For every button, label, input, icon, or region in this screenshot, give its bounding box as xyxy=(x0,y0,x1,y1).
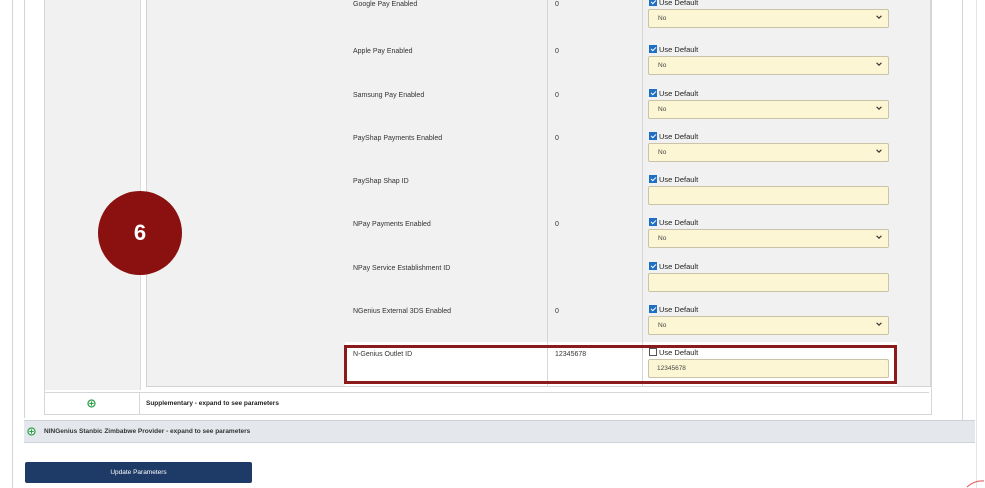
use-default-label[interactable]: Use Default xyxy=(659,45,698,54)
use-default-checkbox[interactable] xyxy=(649,175,657,183)
expand-plus-icon[interactable] xyxy=(87,399,96,408)
override-cell: Use Default No xyxy=(643,83,897,126)
value-select[interactable]: No xyxy=(648,316,889,335)
chevron-down-icon xyxy=(876,149,882,153)
corner-arc-decoration xyxy=(966,480,985,488)
provider-section[interactable]: NINGenius Stanbic Zimbabwe Provider - ex… xyxy=(24,420,975,443)
parameter-label: NGenius External 3DS Enabled xyxy=(353,308,452,315)
select-value: No xyxy=(658,15,667,22)
override-cell: Use Default xyxy=(643,169,897,212)
parameter-row: Samsung Pay Enabled 0 Use Default No xyxy=(345,83,897,127)
frame-left-border xyxy=(24,0,25,418)
select-value: No xyxy=(658,106,667,113)
chevron-down-icon xyxy=(876,322,882,326)
select-value: No xyxy=(658,149,667,156)
default-value-cell: 0 xyxy=(548,83,643,126)
parameter-row: NPay Payments Enabled 0 Use Default No xyxy=(345,212,897,257)
default-value-cell: 0 xyxy=(548,299,643,342)
parameter-name-cell: Samsung Pay Enabled xyxy=(345,83,548,126)
chevron-down-icon xyxy=(876,62,882,66)
default-value: 0 xyxy=(555,135,559,142)
chevron-down-icon xyxy=(876,106,882,110)
override-cell: Use Default No xyxy=(643,126,897,169)
chevron-down-icon xyxy=(876,15,882,19)
default-value-cell: 0 xyxy=(548,126,643,169)
parameter-row: Apple Pay Enabled 0 Use Default No xyxy=(345,39,897,84)
supplementary-divider xyxy=(139,393,140,414)
parameter-row: NGenius External 3DS Enabled 0 Use Defau… xyxy=(345,299,897,343)
parameter-name-cell: Google Pay Enabled xyxy=(345,0,548,39)
value-input[interactable] xyxy=(648,273,889,292)
use-default-checkbox[interactable] xyxy=(649,89,657,97)
use-default-checkbox[interactable] xyxy=(649,218,657,226)
select-value: No xyxy=(658,235,667,242)
default-value-cell xyxy=(548,169,643,212)
select-value: No xyxy=(658,62,667,69)
parameter-row: PayShap Payments Enabled 0 Use Default N… xyxy=(345,126,897,170)
value-select[interactable]: No xyxy=(648,9,889,28)
step-badge: 6 xyxy=(98,191,182,275)
frame-outer-line xyxy=(12,0,13,488)
use-default-label[interactable]: Use Default xyxy=(659,89,698,98)
chevron-down-icon xyxy=(876,235,882,239)
supplementary-label[interactable]: Supplementary - expand to see parameters xyxy=(146,400,279,407)
select-value: No xyxy=(658,322,667,329)
default-value: 0 xyxy=(555,48,559,55)
provider-label[interactable]: NINGenius Stanbic Zimbabwe Provider - ex… xyxy=(44,428,250,435)
supplementary-section[interactable]: Supplementary - expand to see parameters xyxy=(45,392,929,414)
use-default-label[interactable]: Use Default xyxy=(659,175,698,184)
default-value-cell: 0 xyxy=(548,0,643,39)
parameter-label: PayShap Payments Enabled xyxy=(353,135,443,142)
parameter-label: Apple Pay Enabled xyxy=(353,48,413,55)
value-select[interactable]: No xyxy=(648,56,889,75)
parameter-row: PayShap Shap ID Use Default xyxy=(345,169,897,213)
update-parameters-button[interactable]: Update Parameters xyxy=(25,462,252,483)
override-cell: Use Default No xyxy=(643,212,897,256)
value-select[interactable]: No xyxy=(648,100,889,119)
parameter-name-cell: Apple Pay Enabled xyxy=(345,39,548,83)
parameter-label: Google Pay Enabled xyxy=(353,1,418,8)
parameter-label: NPay Payments Enabled xyxy=(353,221,431,228)
parameter-label: Samsung Pay Enabled xyxy=(353,92,425,99)
outlet-id-highlight xyxy=(344,345,897,384)
use-default-label[interactable]: Use Default xyxy=(659,305,698,314)
value-select[interactable]: No xyxy=(648,229,889,248)
parameter-name-cell: NPay Payments Enabled xyxy=(345,212,548,256)
override-cell: Use Default No xyxy=(643,299,897,342)
default-value: 0 xyxy=(555,1,559,8)
use-default-label[interactable]: Use Default xyxy=(659,262,698,271)
override-cell: Use Default xyxy=(643,256,897,299)
parameter-row: NPay Service Establishment ID Use Defaul… xyxy=(345,256,897,300)
use-default-label[interactable]: Use Default xyxy=(659,0,698,7)
parameter-name-cell: NPay Service Establishment ID xyxy=(345,256,548,299)
parameter-row: Google Pay Enabled 0 Use Default No xyxy=(345,0,897,40)
override-cell: Use Default No xyxy=(643,0,897,39)
parameter-name-cell: PayShap Payments Enabled xyxy=(345,126,548,169)
use-default-checkbox[interactable] xyxy=(649,305,657,313)
use-default-checkbox[interactable] xyxy=(649,45,657,53)
default-value-cell xyxy=(548,256,643,299)
default-value: 0 xyxy=(555,221,559,228)
value-select[interactable]: No xyxy=(648,143,889,162)
use-default-checkbox[interactable] xyxy=(649,132,657,140)
frame-right-edge xyxy=(976,0,977,488)
default-value-cell: 0 xyxy=(548,39,643,83)
use-default-checkbox[interactable] xyxy=(649,0,657,6)
use-default-checkbox[interactable] xyxy=(649,262,657,270)
frame-right-line xyxy=(962,0,963,420)
use-default-label[interactable]: Use Default xyxy=(659,218,698,227)
default-value: 0 xyxy=(555,92,559,99)
parameter-label: PayShap Shap ID xyxy=(353,178,409,185)
expand-plus-icon[interactable] xyxy=(27,427,36,436)
default-value-cell: 0 xyxy=(548,212,643,256)
parameter-name-cell: PayShap Shap ID xyxy=(345,169,548,212)
parameter-name-cell: NGenius External 3DS Enabled xyxy=(345,299,548,342)
default-value: 0 xyxy=(555,308,559,315)
parameter-label: NPay Service Establishment ID xyxy=(353,265,451,272)
override-cell: Use Default No xyxy=(643,39,897,83)
value-input[interactable] xyxy=(648,186,889,205)
use-default-label[interactable]: Use Default xyxy=(659,132,698,141)
